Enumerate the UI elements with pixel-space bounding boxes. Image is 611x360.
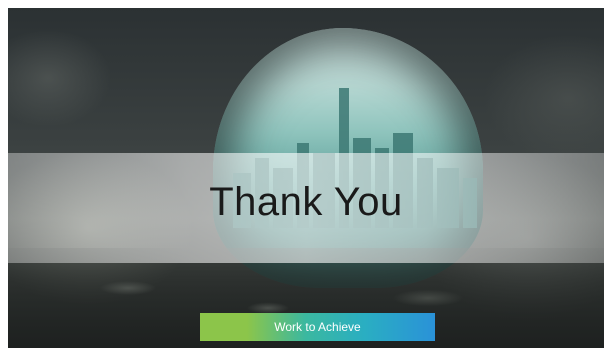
presentation-slide: Thank You Work to Achieve (8, 8, 604, 348)
slide-title: Thank You (209, 180, 403, 224)
button-label: Work to Achieve (274, 320, 361, 334)
work-to-achieve-button[interactable]: Work to Achieve (200, 313, 435, 341)
